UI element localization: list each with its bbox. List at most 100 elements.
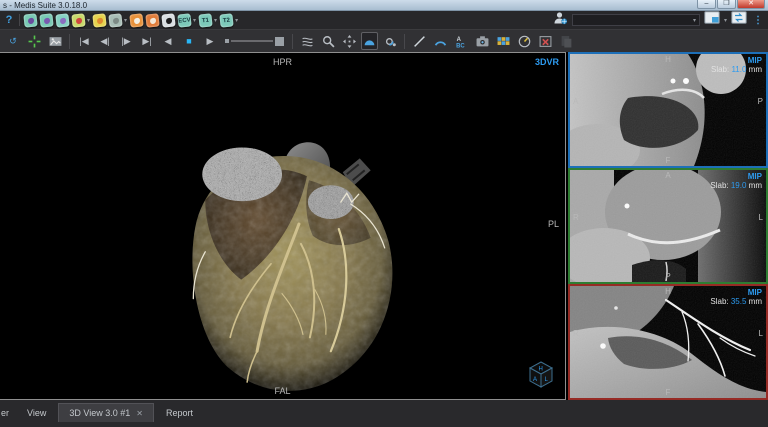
mip-view-3[interactable]: H R L F MIP Slab: 35.5 mm: [568, 284, 768, 400]
layout-preset-icon[interactable]: [704, 11, 720, 29]
mip-view-2[interactable]: A R L P MIP Slab: 19.0 mm: [568, 168, 768, 284]
toolbar-separator: [69, 34, 70, 49]
app-icon-4-glyph: [75, 17, 82, 24]
app-icon-ecv[interactable]: ECV: [177, 13, 191, 27]
apps-toolbar: ? ▾▾ECV▾T1▾T2▾ ▾ ▾: [0, 11, 768, 29]
last-frame-button[interactable]: ▶|: [138, 32, 156, 50]
app-icon-6-glyph: [112, 17, 119, 24]
display-options-icon[interactable]: [381, 32, 399, 50]
chevron-down-icon[interactable]: ▾: [193, 17, 196, 24]
app-icon-4[interactable]: [71, 13, 85, 27]
toolbar-right-group: ▾ ▾ ⋮: [553, 11, 765, 30]
window-controls: – ❐ ✕: [696, 0, 765, 10]
tab-close-icon[interactable]: ✕: [136, 409, 143, 418]
close-button[interactable]: ✕: [737, 0, 765, 9]
app-icon-3[interactable]: [55, 13, 69, 27]
chevron-down-icon[interactable]: ▾: [235, 17, 238, 24]
patient-search-combobox[interactable]: ▾: [572, 14, 700, 26]
app-icon-8[interactable]: [145, 13, 159, 27]
zoom-icon[interactable]: [319, 32, 337, 50]
app-icon-5[interactable]: [92, 13, 106, 27]
app-icon-5-glyph: [96, 17, 103, 24]
stack-icon[interactable]: [298, 32, 316, 50]
orientation-label-top: A: [665, 171, 670, 180]
svg-text:BC: BC: [456, 43, 465, 48]
camera-icon[interactable]: [473, 32, 491, 50]
app-icon-9[interactable]: [161, 13, 175, 27]
stop-button[interactable]: ■: [180, 32, 198, 50]
app-icon-1[interactable]: [23, 13, 37, 27]
tab-viewer[interactable]: er: [0, 403, 15, 422]
play-forward-button[interactable]: ▶: [201, 32, 219, 50]
tab-report[interactable]: Report: [156, 403, 203, 422]
toolbar-separator: [404, 34, 405, 49]
app-icon-7-glyph: [133, 17, 140, 24]
orientation-label-left: R: [573, 329, 579, 338]
orientation-label-top: H: [665, 287, 671, 296]
toolbar-separator: [19, 14, 20, 26]
workspace: HPR 3DVR PL FAL H L A: [0, 52, 768, 400]
svg-text:A: A: [533, 377, 537, 383]
window-level-icon[interactable]: [361, 32, 378, 50]
chevron-down-icon[interactable]: ▾: [87, 17, 90, 24]
app-icon-7[interactable]: [129, 13, 143, 27]
mip-info: MIP Slab: 35.5 mm: [710, 288, 762, 306]
user-icon[interactable]: [553, 11, 568, 30]
orientation-label-right: L: [759, 213, 763, 222]
app-icon-3-glyph: [59, 17, 66, 24]
compass-icon[interactable]: [515, 32, 533, 50]
app-launcher-group: ▾▾ECV▾T1▾T2▾: [24, 14, 238, 27]
app-icon-t2[interactable]: T2: [219, 13, 233, 27]
layout-switch-icon[interactable]: [731, 11, 747, 29]
speed-slider[interactable]: [225, 37, 284, 46]
slider-handle[interactable]: [275, 37, 284, 46]
mip-panel: H A P F MIP Slab: 11.0 mm: [568, 52, 768, 400]
chevron-down-icon[interactable]: ▾: [124, 17, 127, 24]
reset-view-icon[interactable]: ↺: [4, 32, 22, 50]
view-snapshot-icon[interactable]: [46, 32, 64, 50]
chevron-down-icon[interactable]: ▾: [724, 17, 727, 24]
orientation-cube[interactable]: H L A: [525, 359, 557, 391]
orientation-label-bottom: FAL: [274, 386, 290, 396]
pan-icon[interactable]: [340, 32, 358, 50]
layout-grid-icon[interactable]: [494, 32, 512, 50]
mode-label: MIP: [710, 172, 762, 181]
orientation-label-bottom: P: [665, 272, 670, 281]
toolbar-separator: [292, 34, 293, 49]
help-icon[interactable]: ?: [3, 14, 15, 26]
orientation-label-left: A: [573, 97, 578, 106]
svg-text:H: H: [539, 367, 543, 373]
mip-info: MIP Slab: 11.0 mm: [711, 56, 762, 74]
overflow-menu-icon[interactable]: ⋮: [753, 15, 763, 26]
ruler-icon[interactable]: [410, 32, 428, 50]
main-3d-view[interactable]: HPR 3DVR PL FAL H L A: [0, 52, 566, 400]
previous-frame-button[interactable]: ◀|: [96, 32, 114, 50]
text-annotation-icon[interactable]: ABC: [452, 32, 470, 50]
angle-icon[interactable]: [431, 32, 449, 50]
minimize-button[interactable]: –: [697, 0, 716, 9]
medis-suite-window: s - Medis Suite 3.0.18.0 – ❐ ✕ ? ▾▾ECV▾T…: [0, 0, 768, 427]
first-frame-button[interactable]: |◀: [75, 32, 93, 50]
orientation-label-top: H: [665, 55, 671, 64]
paste-icon[interactable]: [557, 32, 575, 50]
tab-3d-view[interactable]: 3D View 3.0 #1 ✕: [58, 403, 154, 422]
svg-text:A: A: [456, 36, 461, 42]
app-icon-8-glyph: [149, 17, 156, 24]
window-titlebar: s - Medis Suite 3.0.18.0 – ❐ ✕: [0, 0, 768, 11]
mip-view-1[interactable]: H A P F MIP Slab: 11.0 mm: [568, 52, 768, 168]
mode-label: MIP: [711, 56, 762, 65]
restore-button[interactable]: ❐: [717, 0, 736, 9]
app-icon-2[interactable]: [39, 13, 53, 27]
sync-pointer-icon[interactable]: [25, 32, 43, 50]
close-views-icon[interactable]: [536, 32, 554, 50]
play-backward-button[interactable]: ◀: [159, 32, 177, 50]
slider-track[interactable]: [231, 40, 273, 42]
window-title: s - Medis Suite 3.0.18.0: [3, 1, 87, 10]
mode-label: MIP: [710, 288, 762, 297]
app-icon-t1[interactable]: T1: [198, 13, 212, 27]
chevron-down-icon[interactable]: ▾: [214, 17, 217, 24]
app-icon-6[interactable]: [108, 13, 122, 27]
tab-view[interactable]: View: [17, 403, 56, 422]
next-frame-button[interactable]: |▶: [117, 32, 135, 50]
tab-label: er: [1, 408, 9, 418]
